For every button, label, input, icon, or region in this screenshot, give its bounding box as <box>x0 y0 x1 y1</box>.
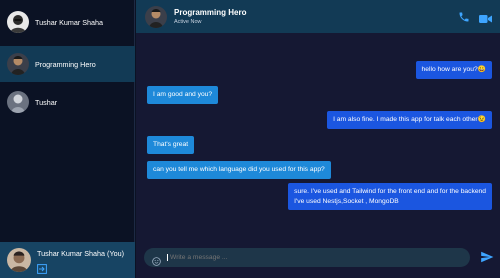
message-composer <box>144 248 470 267</box>
current-user-name: Tushar Kumar Shaha (You) <box>37 249 124 258</box>
logout-icon[interactable] <box>37 261 47 274</box>
send-icon[interactable] <box>480 250 494 264</box>
avatar <box>7 11 29 33</box>
message-outgoing: I am also fine. I made this app for talk… <box>327 111 492 129</box>
video-icon[interactable] <box>479 11 492 23</box>
emoji-icon[interactable] <box>152 253 161 266</box>
message-outgoing: hello how are you?😀 <box>415 61 492 79</box>
message-input[interactable] <box>167 254 447 261</box>
message-incoming: That's great <box>147 136 195 154</box>
message-incoming: can you tell me which language did you u… <box>147 161 331 179</box>
message-line: sure. I've used and Tailwind for the fro… <box>294 188 486 195</box>
chat-status: Active Now <box>174 19 202 25</box>
contact-name: Tushar Kumar Shaha <box>35 17 104 27</box>
current-user-panel: Tushar Kumar Shaha (You) <box>0 242 135 278</box>
contact-item-programming-hero[interactable]: Programming Hero <box>0 46 135 82</box>
contact-item-tushar[interactable]: Tushar <box>0 84 135 120</box>
avatar <box>7 53 29 75</box>
message-incoming: I am good and you? <box>147 86 219 104</box>
message-outgoing: sure. I've used and Tailwind for the fro… <box>288 183 492 211</box>
avatar <box>7 91 29 113</box>
chat-panel: Programming Hero Active Now hello how ar… <box>136 0 500 278</box>
contact-name: Tushar <box>35 97 58 107</box>
avatar <box>7 248 31 272</box>
sidebar: Tushar Kumar Shaha Programming Hero Tush… <box>0 0 135 278</box>
chat-header: Programming Hero Active Now <box>136 0 500 33</box>
phone-icon[interactable] <box>458 10 470 22</box>
avatar <box>145 5 167 28</box>
message-line: I've used Nestjs,Socket , MongoDB <box>294 197 399 205</box>
contact-item-tushar-kumar-shaha[interactable]: Tushar Kumar Shaha <box>0 4 135 40</box>
contact-name: Programming Hero <box>35 59 96 69</box>
chat-contact-name: Programming Hero <box>174 8 247 17</box>
